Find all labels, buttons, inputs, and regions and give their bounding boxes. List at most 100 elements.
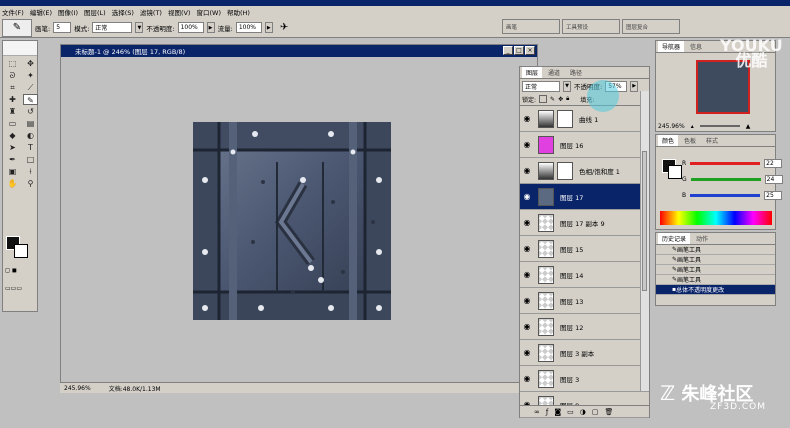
zoom-in-icon[interactable]: ▲ <box>746 123 751 130</box>
eyedropper-tool-icon[interactable]: ⟊ <box>23 166 38 177</box>
menu-help[interactable]: 帮助(H) <box>227 7 250 17</box>
tool-preset-picker[interactable]: ✎ <box>2 18 32 37</box>
document-title[interactable]: 未标题-1 @ 246% (图层 17, RGB/8) <box>61 45 537 57</box>
green-slider[interactable] <box>690 178 761 181</box>
color-spectrum-ramp[interactable] <box>660 211 772 225</box>
layer-opacity-arrow-icon[interactable]: ▶ <box>630 80 639 92</box>
green-value-input[interactable]: 24 <box>764 175 783 184</box>
eye-icon[interactable]: ◉ <box>520 348 534 357</box>
layer-row[interactable]: ◉ 图层 16 <box>520 132 649 158</box>
tab-actions[interactable]: 动作 <box>692 233 712 244</box>
mask-mode-icons[interactable]: ◻ ◼ <box>5 267 35 279</box>
tab-navigator[interactable]: 导航器 <box>658 41 685 52</box>
close-icon[interactable]: × <box>525 46 535 55</box>
minimize-icon[interactable]: _ <box>503 46 513 55</box>
move-tool-icon[interactable]: ✥ <box>23 58 38 69</box>
eye-icon[interactable]: ◉ <box>520 296 534 305</box>
menu-layer[interactable]: 图层(L) <box>84 7 106 17</box>
airbrush-icon[interactable]: ✈ <box>280 22 288 33</box>
crop-tool-icon[interactable]: ⌗ <box>5 82 20 93</box>
red-value-input[interactable]: 22 <box>764 159 783 168</box>
canvas-texture-image[interactable] <box>193 122 391 320</box>
gradient-tool-icon[interactable]: ▤ <box>23 118 38 129</box>
shape-tool-icon[interactable]: □ <box>23 154 38 165</box>
mode-dropdown-icon[interactable]: ▼ <box>135 22 144 33</box>
palette-well-brushes[interactable]: 画笔 <box>502 19 560 34</box>
eye-icon[interactable]: ◉ <box>520 140 534 149</box>
adjustment-layer-icon[interactable]: ◑ <box>580 408 586 416</box>
new-group-icon[interactable]: ▭ <box>567 408 574 416</box>
layer-row[interactable]: ◉ 图层 12 <box>520 314 649 340</box>
menu-select[interactable]: 选择(S) <box>112 7 134 17</box>
navigator-zoom-readout[interactable]: 245.96% <box>658 123 685 130</box>
tab-history[interactable]: 历史记录 <box>658 233 691 244</box>
lock-transparency-icon[interactable] <box>539 95 548 103</box>
history-item[interactable]: ✎ 画笔工具 <box>656 265 775 275</box>
menu-filter[interactable]: 滤镜(T) <box>140 7 162 17</box>
layer-row[interactable]: ◉ 图层 13 <box>520 288 649 314</box>
tab-color[interactable]: 颜色 <box>658 135 679 146</box>
layer-row[interactable]: ◉ 图层 3 <box>520 366 649 392</box>
flow-input[interactable]: 100% <box>235 22 262 33</box>
lasso-tool-icon[interactable]: ᘐ <box>5 70 20 81</box>
tab-layers[interactable]: 图层 <box>522 67 543 78</box>
marquee-tool-icon[interactable]: ⬚ <box>5 58 20 69</box>
layer-row[interactable]: ◉ 图层 14 <box>520 262 649 288</box>
lock-position-icon[interactable]: ✥ <box>558 96 563 103</box>
eye-icon[interactable]: ◉ <box>520 192 534 201</box>
screen-mode-icons[interactable]: ▭▭▭ <box>5 285 35 297</box>
eye-icon[interactable]: ◉ <box>520 218 534 227</box>
maximize-icon[interactable]: □ <box>514 46 524 55</box>
eye-icon[interactable]: ◉ <box>520 114 534 123</box>
healing-tool-icon[interactable]: ✚ <box>5 94 20 105</box>
tab-channels[interactable]: 通道 <box>544 67 564 78</box>
history-item[interactable]: ✎ 画笔工具 <box>656 245 775 255</box>
notes-tool-icon[interactable]: ▣ <box>5 166 20 177</box>
mode-select[interactable]: 正常 <box>92 22 133 33</box>
lock-image-icon[interactable]: ✎ <box>550 96 555 103</box>
background-color-swatch[interactable] <box>14 244 28 258</box>
stamp-tool-icon[interactable]: ♜ <box>5 106 20 117</box>
opacity-input[interactable]: 100% <box>177 22 204 33</box>
zoom-readout[interactable]: 245.96% <box>64 385 91 392</box>
blend-mode-select[interactable]: 正常 <box>522 80 560 92</box>
menu-view[interactable]: 视图(V) <box>168 7 191 17</box>
eye-icon[interactable]: ◉ <box>520 270 534 279</box>
lock-all-icon[interactable]: 🔒︎ <box>566 95 569 103</box>
layer-row[interactable]: ◉ 色相/饱和度 1 <box>520 158 649 184</box>
type-tool-icon[interactable]: T <box>23 142 38 153</box>
menu-image[interactable]: 图像(I) <box>58 7 78 17</box>
pen-tool-icon[interactable]: ✒ <box>5 154 20 165</box>
magic-wand-tool-icon[interactable]: ✦ <box>23 70 38 81</box>
opacity-arrow-icon[interactable]: ▶ <box>206 22 215 33</box>
blur-tool-icon[interactable]: ◆ <box>5 130 20 141</box>
brush-picker[interactable]: 5 <box>53 22 72 33</box>
blend-mode-dropdown-icon[interactable]: ▼ <box>563 80 571 92</box>
layer-row[interactable]: ◉ 图层 15 <box>520 236 649 262</box>
history-item[interactable]: ✎ 画笔工具 <box>656 255 775 265</box>
layer-row[interactable]: ◉ 图层 17 副本 9 <box>520 210 649 236</box>
tab-styles[interactable]: 样式 <box>702 135 722 146</box>
menu-edit[interactable]: 编辑(E) <box>30 7 52 17</box>
slice-tool-icon[interactable]: ⟋ <box>23 82 38 93</box>
zoom-slider[interactable] <box>699 125 740 127</box>
layer-row-selected[interactable]: ◉ 图层 17 <box>520 184 649 210</box>
tab-paths[interactable]: 路径 <box>566 67 586 78</box>
layer-row[interactable]: ◉ 图层 3 副本 <box>520 340 649 366</box>
menu-window[interactable]: 窗口(W) <box>196 7 221 17</box>
hand-tool-icon[interactable]: ✋ <box>5 178 20 189</box>
flow-arrow-icon[interactable]: ▶ <box>264 22 273 33</box>
history-item-selected[interactable]: ▪ 总体不透明度更改 <box>656 285 775 295</box>
zoom-tool-icon[interactable]: ⚲ <box>23 178 38 189</box>
layer-row[interactable]: ◉ 曲线 1 <box>520 106 649 132</box>
eraser-tool-icon[interactable]: ▭ <box>5 118 20 129</box>
blue-slider[interactable] <box>690 194 761 197</box>
tab-info[interactable]: 信息 <box>686 41 706 52</box>
menu-file[interactable]: 文件(F) <box>2 7 24 17</box>
layer-style-icon[interactable]: ƒ <box>546 408 548 416</box>
eye-icon[interactable]: ◉ <box>520 244 534 253</box>
new-layer-icon[interactable]: ▢ <box>592 408 599 416</box>
blue-value-input[interactable]: 25 <box>764 191 783 200</box>
add-mask-icon[interactable]: ◙ <box>554 408 561 416</box>
palette-well-tool-presets[interactable]: 工具预设 <box>562 19 620 34</box>
